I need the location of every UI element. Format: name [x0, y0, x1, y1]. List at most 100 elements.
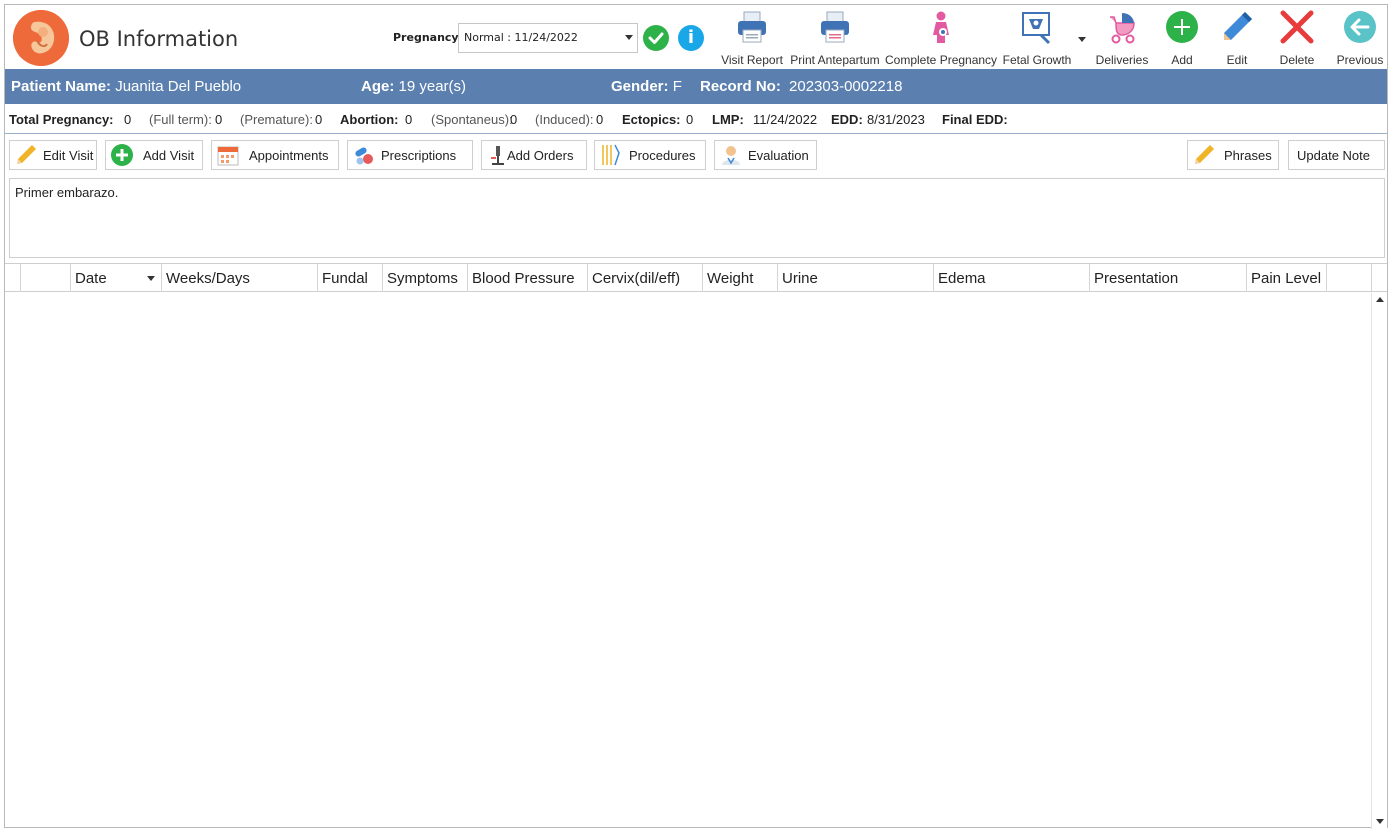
patient-record-value: 202303-0002218: [789, 78, 903, 95]
column-header-weeks-days[interactable]: Weeks/Days: [162, 264, 318, 292]
visit-note-textarea[interactable]: Primer embarazo.: [9, 178, 1385, 258]
complete-pregnancy-button[interactable]: Complete Pregnancy: [885, 7, 997, 67]
update-note-button[interactable]: Update Note: [1288, 140, 1385, 170]
lmp-value: 11/24/2022: [753, 112, 818, 127]
patient-gender: Gender: F: [611, 78, 682, 95]
patient-age-value: 19 year(s): [398, 78, 467, 95]
delete-button[interactable]: Delete: [1271, 7, 1323, 67]
print-antepartum-button[interactable]: Print Antepartum: [789, 7, 881, 67]
column-header-symptoms-label: Symptoms: [387, 270, 458, 287]
column-header-date[interactable]: Date: [71, 264, 162, 292]
add-circle-icon: [111, 144, 133, 166]
column-header-weeks-days-label: Weeks/Days: [166, 270, 250, 287]
fetal-growth-button[interactable]: Fetal Growth: [1001, 7, 1073, 67]
add-button[interactable]: Add: [1159, 7, 1205, 67]
previous-label: Previous: [1336, 53, 1384, 67]
patient-record: Record No: 202303-0002218: [700, 78, 902, 95]
total-pregnancy-label: Total Pregnancy:: [9, 112, 114, 127]
visits-grid: Date Weeks/Days Fundal Symptoms Blood Pr…: [5, 263, 1387, 829]
patient-gender-value: F: [672, 78, 682, 95]
add-visit-button[interactable]: Add Visit: [105, 140, 203, 170]
phrases-button[interactable]: Phrases: [1187, 140, 1279, 170]
edd-value: 8/31/2023: [867, 112, 925, 127]
instruments-icon: [602, 144, 620, 166]
patient-age-label: Age:: [361, 78, 395, 95]
column-header-cervix-label: Cervix(dil/eff): [592, 270, 681, 287]
edit-label: Edit: [1226, 53, 1248, 67]
deliveries-button[interactable]: Deliveries: [1092, 7, 1152, 67]
column-header-pain-level[interactable]: Pain Level: [1247, 264, 1327, 292]
previous-button[interactable]: Previous: [1333, 7, 1387, 67]
column-header-extra: [1327, 264, 1372, 292]
delete-label: Delete: [1279, 53, 1315, 67]
pregnancy-select[interactable]: Normal : 11/24/2022: [458, 23, 638, 53]
pregnancy-stats: Total Pregnancy: 0 (Full term): 0 (Prema…: [5, 104, 1387, 134]
grid-indicator-column: [5, 264, 21, 292]
fetal-growth-dropdown-icon[interactable]: [1078, 37, 1086, 42]
procedures-button[interactable]: Procedures: [594, 140, 706, 170]
column-header-presentation[interactable]: Presentation: [1090, 264, 1247, 292]
lmp-label: LMP:: [712, 112, 744, 127]
prescriptions-button[interactable]: Prescriptions: [347, 140, 473, 170]
abortion-value: 0: [405, 112, 413, 127]
column-header-edema-label: Edema: [938, 270, 986, 287]
column-header-symptoms[interactable]: Symptoms: [383, 264, 468, 292]
delete-x-icon: [1280, 10, 1314, 44]
pills-icon: [355, 147, 373, 165]
add-label: Add: [1171, 53, 1193, 67]
add-orders-label: Add Orders: [507, 148, 574, 163]
fullterm-label: (Full term):: [149, 112, 212, 127]
fetus-logo-icon: [13, 10, 69, 66]
column-header-blood-pressure-label: Blood Pressure: [472, 270, 575, 287]
column-header-weight[interactable]: Weight: [703, 264, 778, 292]
pregnancy-label: Pregnancy:: [393, 31, 463, 44]
stroller-icon: [1110, 13, 1135, 44]
column-header-cervix[interactable]: Cervix(dil/eff): [588, 264, 703, 292]
sort-down-icon: [147, 276, 155, 281]
procedures-label: Procedures: [629, 148, 696, 163]
fetal-growth-label: Fetal Growth: [1002, 53, 1072, 67]
premature-value: 0: [315, 112, 323, 127]
ectopics-value: 0: [686, 112, 694, 127]
patient-info-bar: Patient Name: Juanita Del Pueblo Age: 19…: [5, 69, 1387, 104]
add-circle-icon: [1166, 11, 1198, 43]
appointments-label: Appointments: [249, 148, 329, 163]
page-title: OB Information: [79, 27, 239, 51]
check-icon[interactable]: [643, 25, 669, 51]
ob-information-window: OB Information Pregnancy: Normal : 11/24…: [4, 4, 1388, 829]
column-header-urine[interactable]: Urine: [778, 264, 934, 292]
column-header-blood-pressure[interactable]: Blood Pressure: [468, 264, 588, 292]
column-header-weight-label: Weight: [707, 270, 754, 287]
column-header-edema[interactable]: Edema: [934, 264, 1090, 292]
edit-button[interactable]: Edit: [1214, 7, 1260, 67]
complete-pregnancy-label: Complete Pregnancy: [885, 53, 998, 67]
grid-select-column[interactable]: [21, 264, 71, 292]
edit-visit-label: Edit Visit: [43, 148, 94, 163]
column-header-date-label: Date: [75, 270, 107, 287]
patient-name-value: Juanita Del Pueblo: [115, 78, 242, 95]
abortion-label: Abortion:: [340, 112, 399, 127]
patient-gender-label: Gender:: [611, 78, 669, 95]
info-icon[interactable]: i: [678, 25, 704, 51]
evaluation-button[interactable]: Evaluation: [714, 140, 817, 170]
patient-name-label: Patient Name:: [11, 78, 112, 95]
add-orders-button[interactable]: Add Orders: [481, 140, 587, 170]
column-header-fundal[interactable]: Fundal: [318, 264, 383, 292]
edd-label: EDD:: [831, 112, 863, 127]
column-header-fundal-label: Fundal: [322, 270, 368, 287]
deliveries-label: Deliveries: [1095, 53, 1149, 67]
pencil-icon: [17, 145, 36, 164]
pencil-icon: [1195, 145, 1214, 164]
scroll-down-icon[interactable]: [1376, 819, 1384, 824]
appointments-button[interactable]: Appointments: [211, 140, 339, 170]
visit-report-label: Visit Report: [721, 53, 783, 67]
visit-note-text: Primer embarazo.: [15, 185, 119, 200]
patient-name: Patient Name: Juanita Del Pueblo: [11, 78, 241, 95]
print-antepartum-label: Print Antepartum: [790, 53, 880, 67]
visit-report-button[interactable]: Visit Report: [717, 7, 787, 67]
scroll-up-icon[interactable]: [1376, 297, 1384, 302]
edit-visit-button[interactable]: Edit Visit: [9, 140, 97, 170]
doctor-icon: [722, 146, 740, 165]
printer-icon: [738, 11, 766, 43]
vertical-scrollbar[interactable]: [1371, 292, 1387, 829]
